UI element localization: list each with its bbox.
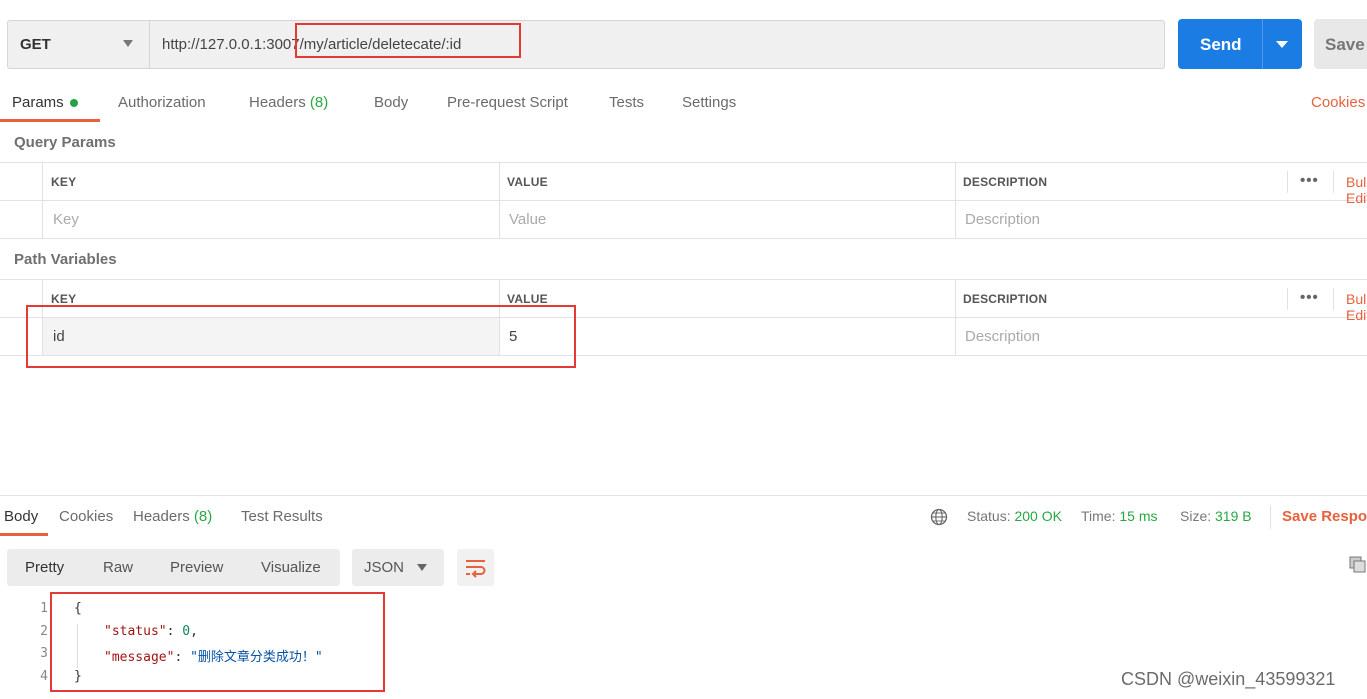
active-dot-icon — [69, 99, 78, 108]
response-tab-body[interactable]: Body — [4, 508, 38, 525]
header-value: VALUE — [507, 292, 548, 306]
header-value: VALUE — [507, 175, 548, 189]
cookies-link[interactable]: Cookies — [1311, 94, 1365, 111]
table-header-row: KEY VALUE DESCRIPTION ••• Bulk Edit — [0, 163, 1367, 206]
description-input[interactable]: Description — [965, 211, 1040, 228]
copy-icon[interactable] — [1349, 556, 1367, 574]
more-options-icon[interactable]: ••• — [1300, 172, 1319, 189]
send-label: Send — [1200, 35, 1242, 54]
line-number: 2 — [40, 624, 48, 639]
watermark: CSDN @weixin_43599321 — [1121, 669, 1336, 689]
chevron-down-icon[interactable] — [123, 40, 133, 47]
tab-tests[interactable]: Tests — [609, 94, 644, 111]
value-input[interactable]: Value — [509, 211, 546, 228]
view-pretty-button[interactable]: Pretty — [25, 559, 64, 576]
wrap-lines-icon — [466, 560, 486, 578]
line-number: 4 — [40, 669, 48, 684]
status-separator — [1270, 505, 1271, 529]
line-number: 1 — [40, 601, 48, 616]
send-options-chevron-icon[interactable] — [1276, 41, 1288, 48]
response-tab-cookies[interactable]: Cookies — [59, 508, 113, 525]
header-description: DESCRIPTION — [963, 292, 1048, 306]
save-label: Save — [1325, 35, 1365, 54]
annotation-box-url — [295, 23, 521, 58]
response-tab-indicator — [0, 533, 48, 536]
time-info: Time: 15 ms — [1081, 508, 1158, 524]
format-label: JSON — [364, 559, 405, 576]
size-info: Size: 319 B — [1180, 508, 1252, 524]
response-tab-headers[interactable]: Headers (8) — [133, 508, 212, 525]
more-options-icon[interactable]: ••• — [1300, 289, 1319, 306]
header-key: KEY — [51, 292, 77, 306]
response-tab-test-results[interactable]: Test Results — [241, 508, 323, 525]
path-variables-title: Path Variables — [14, 251, 117, 268]
send-divider — [1262, 19, 1263, 69]
annotation-box-response — [50, 592, 385, 692]
line-number: 3 — [40, 646, 48, 661]
save-response-button[interactable]: Save Response — [1282, 508, 1367, 525]
response-divider — [0, 495, 1367, 496]
tab-authorization[interactable]: Authorization — [118, 94, 206, 111]
method-label: GET — [20, 36, 51, 53]
tab-settings[interactable]: Settings — [682, 94, 736, 111]
tab-pre-request-script[interactable]: Pre-request Script — [447, 94, 568, 111]
table-row: Key Value Description — [0, 201, 1367, 239]
key-input[interactable]: Key — [53, 211, 79, 228]
header-description: DESCRIPTION — [963, 175, 1048, 189]
tab-body[interactable]: Body — [374, 94, 408, 111]
tab-active-indicator — [0, 119, 100, 122]
chevron-down-icon — [417, 564, 427, 571]
query-params-table: KEY VALUE DESCRIPTION ••• Bulk Edit Key … — [0, 162, 1367, 239]
view-raw-button[interactable]: Raw — [103, 559, 133, 576]
header-key: KEY — [51, 175, 77, 189]
status-info: Status: 200 OK — [967, 508, 1062, 524]
query-params-title: Query Params — [14, 134, 116, 151]
annotation-box-path-variable — [26, 305, 576, 368]
globe-icon[interactable] — [930, 508, 948, 526]
view-visualize-button[interactable]: Visualize — [261, 559, 321, 576]
view-preview-button[interactable]: Preview — [170, 559, 223, 576]
description-input[interactable]: Description — [965, 328, 1040, 345]
tab-headers[interactable]: Headers (8) — [249, 94, 328, 111]
tab-params[interactable]: Params — [12, 94, 78, 111]
